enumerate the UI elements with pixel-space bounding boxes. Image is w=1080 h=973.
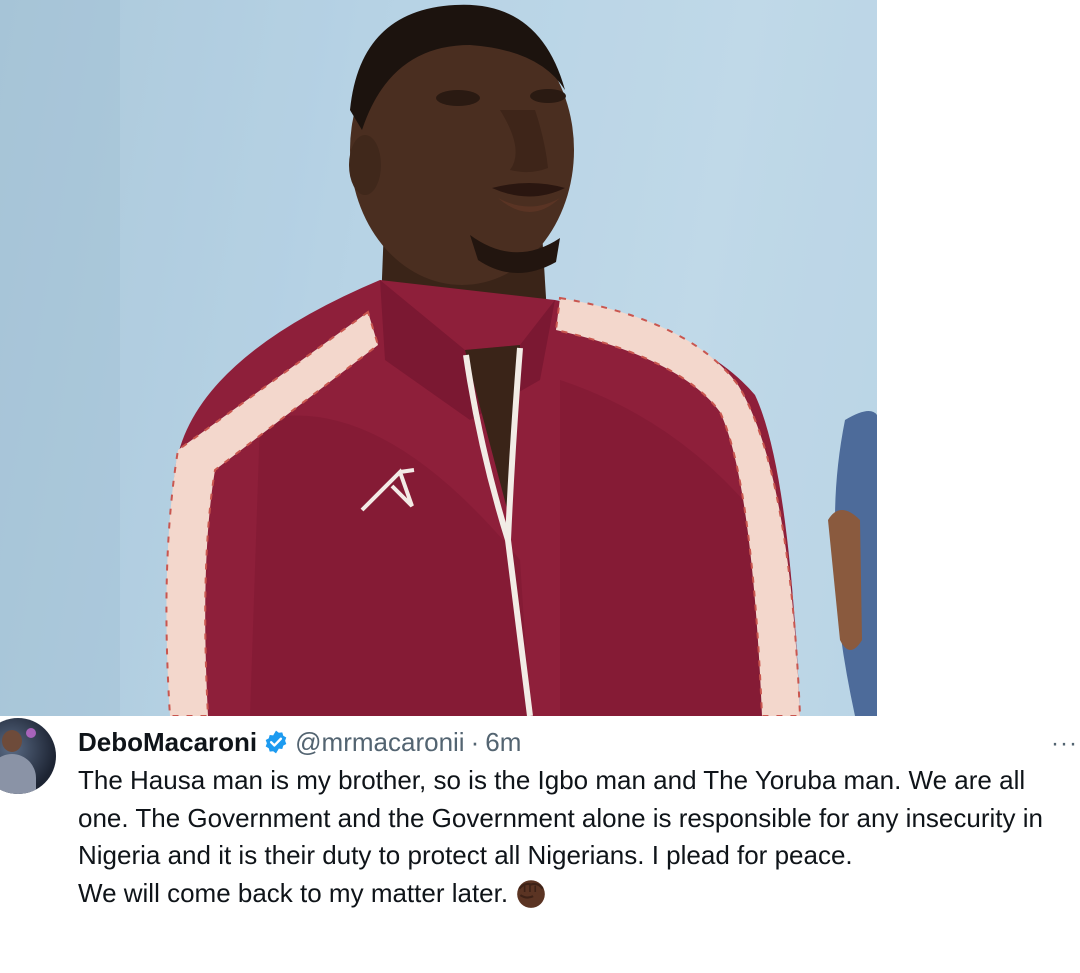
tweet-paragraph-2-text: We will come back to my matter later. (78, 877, 509, 908)
display-name[interactable]: DeboMacaroni (78, 727, 257, 758)
separator-dot: · (470, 726, 480, 757)
tweet-photo[interactable] (0, 0, 877, 716)
user-handle[interactable]: @mrmacaronii (295, 727, 464, 758)
tweet-paragraph-2: We will come back to my matter later. (78, 875, 1068, 913)
photo-illustration (0, 0, 877, 716)
tweet[interactable]: DeboMacaroni @mrmacaronii · 6m ··· The H… (0, 716, 1080, 973)
raised-fist-icon (517, 879, 545, 908)
tweet-paragraph-1: The Hausa man is my brother, so is the I… (78, 765, 1043, 870)
tweet-timestamp[interactable]: 6m (485, 727, 521, 758)
tweet-header: DeboMacaroni @mrmacaronii · 6m (78, 724, 521, 760)
more-options-icon[interactable]: ··· (1051, 730, 1078, 758)
user-avatar[interactable] (0, 718, 56, 794)
tweet-text: The Hausa man is my brother, so is the I… (78, 762, 1068, 912)
verified-badge-icon (265, 730, 287, 754)
